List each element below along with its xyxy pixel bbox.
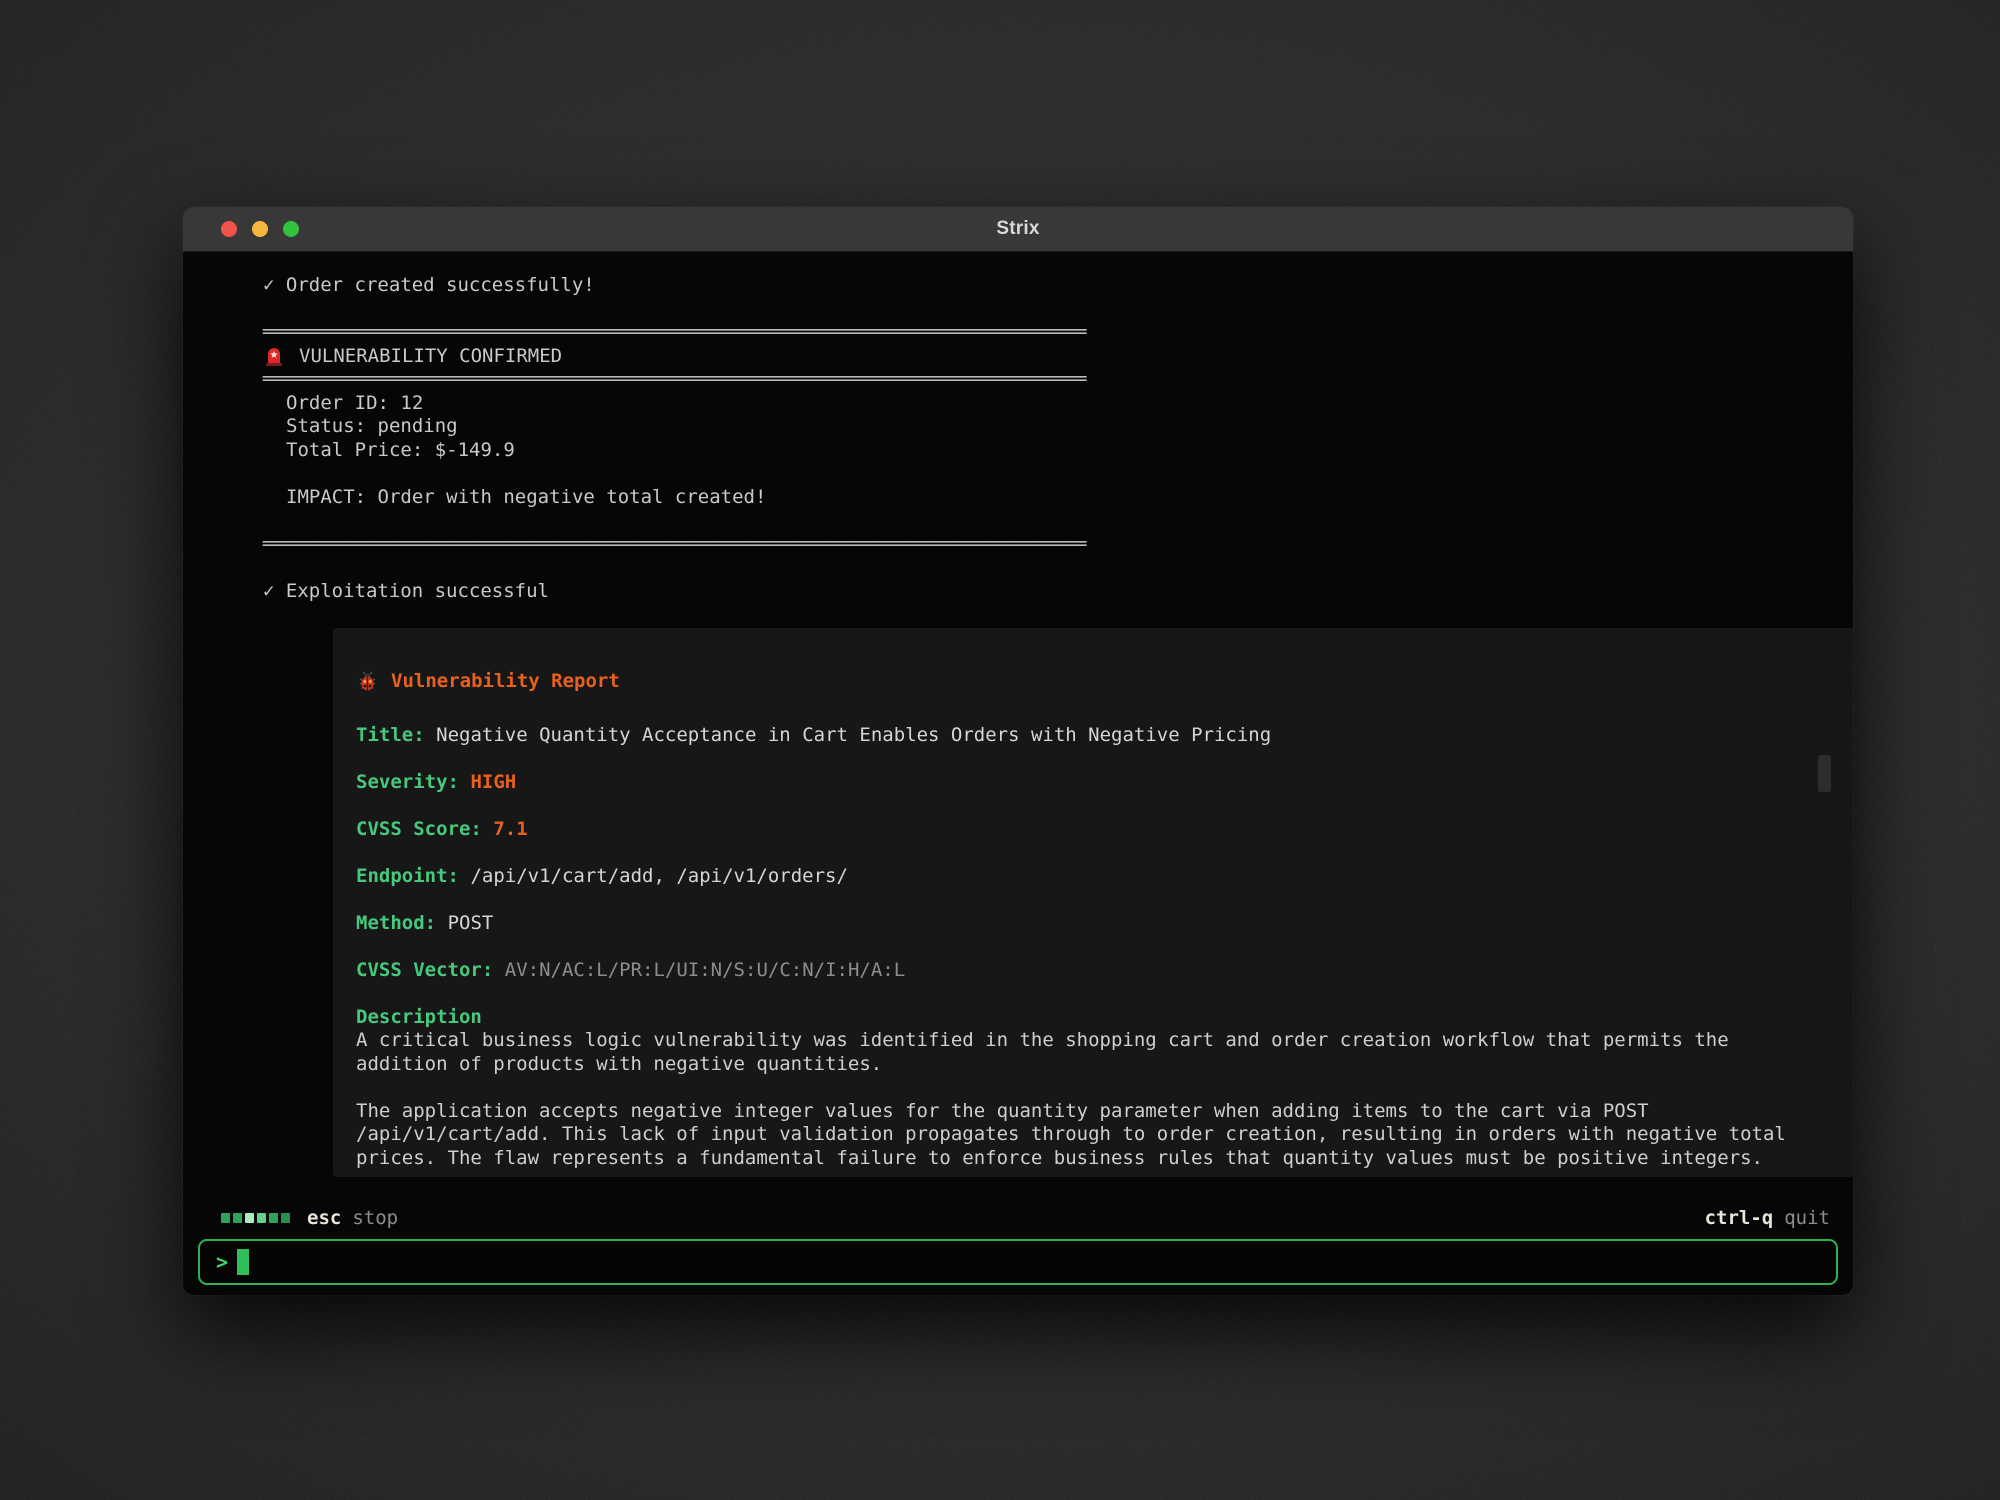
order-status-line: Status: pending	[263, 415, 1853, 439]
zoom-button[interactable]	[283, 221, 299, 237]
ctrl-q-keycap[interactable]: ctrl-q	[1705, 1207, 1774, 1229]
field-value: HIGH	[470, 771, 516, 793]
separator-line: ════════════════════════════════════════…	[263, 321, 1853, 345]
app-window: Strix ✓ Order created successfully! ════…	[183, 207, 1853, 1295]
vulnerability-report-panel: Vulnerability Report Title: Negative Quan…	[333, 628, 1853, 1177]
field-value: /api/v1/cart/add, /api/v1/orders/	[470, 865, 848, 887]
description-paragraph-2: The application accepts negative integer…	[356, 1100, 1853, 1171]
field-label: Severity:	[356, 771, 459, 793]
field-value: Negative Quantity Acceptance in Cart Ena…	[436, 724, 1271, 746]
window-title: Strix	[183, 218, 1853, 240]
report-field-title: Title: Negative Quantity Acceptance in Ca…	[356, 724, 1853, 748]
exploitation-successful-line: ✓ Exploitation successful	[263, 580, 1853, 604]
police-light-icon	[263, 345, 285, 367]
impact-line: IMPACT: Order with negative total create…	[263, 486, 1853, 510]
field-label: Endpoint:	[356, 865, 459, 887]
command-input-area: >	[183, 1235, 1853, 1295]
quit-hint: ctrl-q quit	[1705, 1207, 1830, 1229]
separator-line: ════════════════════════════════════════…	[263, 533, 1853, 557]
field-value: 7.1	[493, 818, 527, 840]
close-button[interactable]	[221, 221, 237, 237]
report-heading-text: Vulnerability Report	[391, 670, 620, 694]
field-value: POST	[448, 912, 494, 934]
text-cursor	[237, 1249, 249, 1275]
vulnerability-confirmed-line: VULNERABILITY CONFIRMED	[263, 345, 1853, 369]
traffic-lights	[221, 207, 299, 251]
window-titlebar[interactable]: Strix	[183, 207, 1853, 252]
command-input[interactable]: >	[198, 1239, 1838, 1285]
order-created-line: ✓ Order created successfully!	[263, 274, 1853, 298]
separator-line: ════════════════════════════════════════…	[263, 368, 1853, 392]
prompt-chevron: >	[216, 1250, 228, 1274]
description-heading: Description	[356, 1006, 1853, 1030]
field-value: AV:N/AC:L/PR:L/UI:N/S:U/C:N/I:H/A:L	[505, 959, 905, 981]
field-label: CVSS Score:	[356, 818, 482, 840]
description-paragraph-1: A critical business logic vulnerability …	[356, 1029, 1853, 1076]
scrollbar-thumb[interactable]	[1818, 755, 1831, 792]
quit-label: quit	[1784, 1207, 1830, 1229]
report-field-endpoint: Endpoint: /api/v1/cart/add, /api/v1/order…	[356, 865, 1853, 889]
report-field-severity: Severity: HIGH	[356, 771, 1853, 795]
field-label: Method:	[356, 912, 436, 934]
stop-hint: esc stop	[221, 1207, 398, 1229]
total-price-line: Total Price: $-149.9	[263, 439, 1853, 463]
field-label: CVSS Vector:	[356, 959, 493, 981]
minimize-button[interactable]	[252, 221, 268, 237]
alert-title-text: VULNERABILITY CONFIRMED	[299, 345, 562, 369]
order-id-line: Order ID: 12	[263, 392, 1853, 416]
report-field-cvss-vector: CVSS Vector: AV:N/AC:L/PR:L/UI:N/S:U/C:N/…	[356, 959, 1853, 983]
field-label: Title:	[356, 724, 425, 746]
esc-keycap[interactable]: esc	[307, 1207, 341, 1229]
status-bar: esc stop ctrl-q quit	[183, 1201, 1853, 1235]
report-field-method: Method: POST	[356, 912, 1853, 936]
stop-label: stop	[352, 1207, 398, 1229]
terminal-scroll-region[interactable]: ✓ Order created successfully! ══════════…	[183, 252, 1853, 1201]
report-field-cvss-score: CVSS Score: 7.1	[356, 818, 1853, 842]
activity-spinner-icon	[221, 1213, 290, 1223]
report-heading: Vulnerability Report	[356, 670, 1853, 694]
bug-icon	[356, 671, 378, 692]
